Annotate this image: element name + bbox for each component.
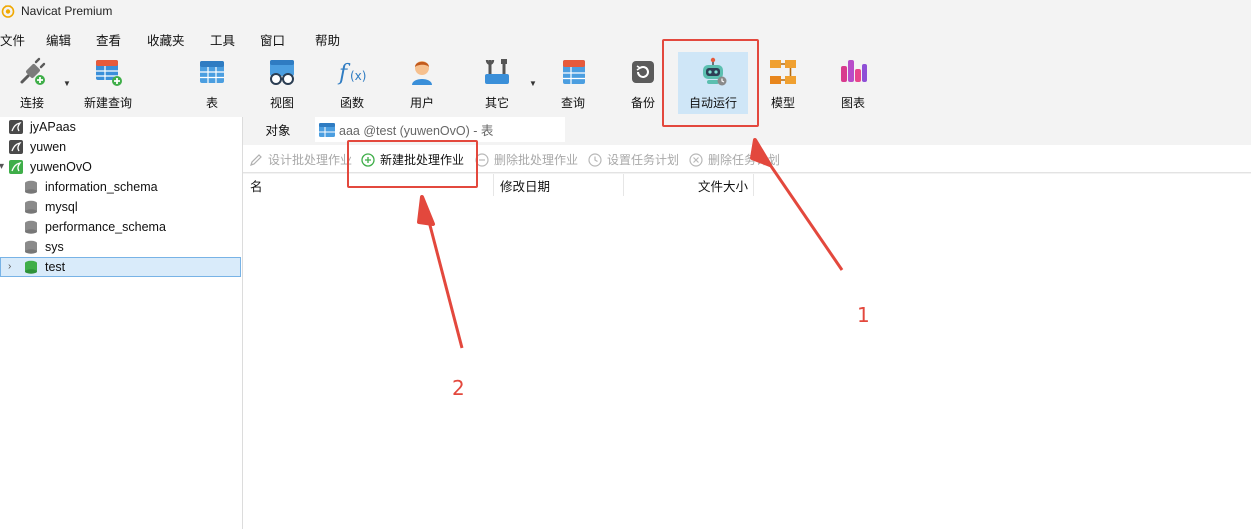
annotation-arrows — [417, 138, 844, 349]
annotation-number-2: 2 — [452, 376, 465, 400]
annotation-arrow-1 — [750, 138, 844, 271]
annotation-number-1: 1 — [857, 303, 870, 327]
navicat-window: Navicat Premium 文件 编辑 查看 收藏夹 工具 窗口 帮助 连接… — [0, 0, 1251, 529]
annotation-arrow-2 — [417, 195, 464, 349]
